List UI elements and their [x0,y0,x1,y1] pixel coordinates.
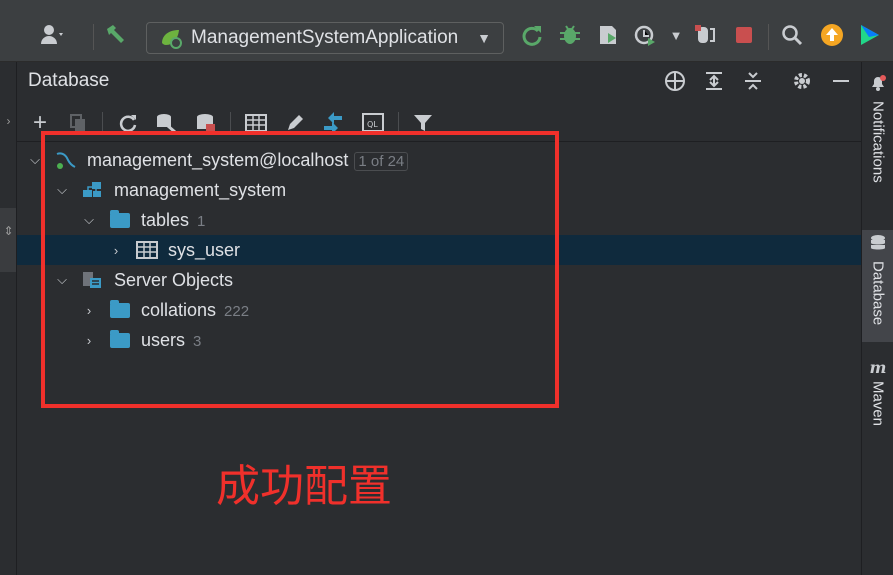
chevron-down-icon: ▼ [477,30,491,46]
notifications-label: Notifications [869,101,887,183]
annotation-text: 成功配置 [216,461,392,512]
toolbar-separator [768,24,769,50]
maven-label: Maven [869,381,887,427]
add-crosshair-icon[interactable] [662,68,688,94]
more-run-options-chevron-icon[interactable]: ▼ [663,22,689,48]
left-tool-stripe: › ⇕ [0,62,17,575]
database-icon [869,234,887,257]
maven-icon: m [869,358,887,377]
main-toolbar: ManagementSystemApplication ▼ ▼ [0,0,893,62]
database-tool-button[interactable]: Database [862,230,893,342]
right-tool-stripe: Notifications Database m Maven [861,62,893,575]
annotation-highlight-box [41,131,559,408]
svg-text:QL: QL [367,120,378,129]
scroll-indicator-icon[interactable]: ⇕ [0,224,17,238]
profiler-icon[interactable] [632,22,658,48]
build-hammer-icon[interactable] [103,22,129,48]
debug-bug-icon[interactable] [557,22,583,48]
code-with-me-icon[interactable] [857,22,883,48]
rerun-icon[interactable] [519,22,545,48]
stop-icon[interactable] [731,22,757,48]
coverage-shield-icon[interactable] [595,22,621,48]
database-label: Database [869,261,887,326]
panel-title: Database [28,70,110,91]
tool-window-header: Database [17,62,861,100]
run-configuration-selector[interactable]: ManagementSystemApplication ▼ [146,22,504,54]
expand-all-icon[interactable] [701,68,727,94]
notifications-tool-button[interactable]: Notifications [862,74,893,214]
user-account-icon[interactable] [40,22,66,48]
ide-update-icon[interactable] [819,22,845,48]
maven-tool-button[interactable]: m Maven [862,358,893,448]
attach-debugger-icon[interactable] [692,22,718,48]
hide-panel-icon[interactable] [828,68,854,94]
search-icon[interactable] [779,22,805,48]
settings-gear-icon[interactable] [789,68,815,94]
bell-icon [869,74,887,97]
run-configuration-label: ManagementSystemApplication [191,27,459,48]
collapse-all-icon[interactable] [740,68,766,94]
toolbar-separator [93,24,94,50]
left-stripe-band [0,208,16,272]
spring-boot-icon [159,27,183,49]
collapse-arrow-icon[interactable]: › [0,114,17,128]
